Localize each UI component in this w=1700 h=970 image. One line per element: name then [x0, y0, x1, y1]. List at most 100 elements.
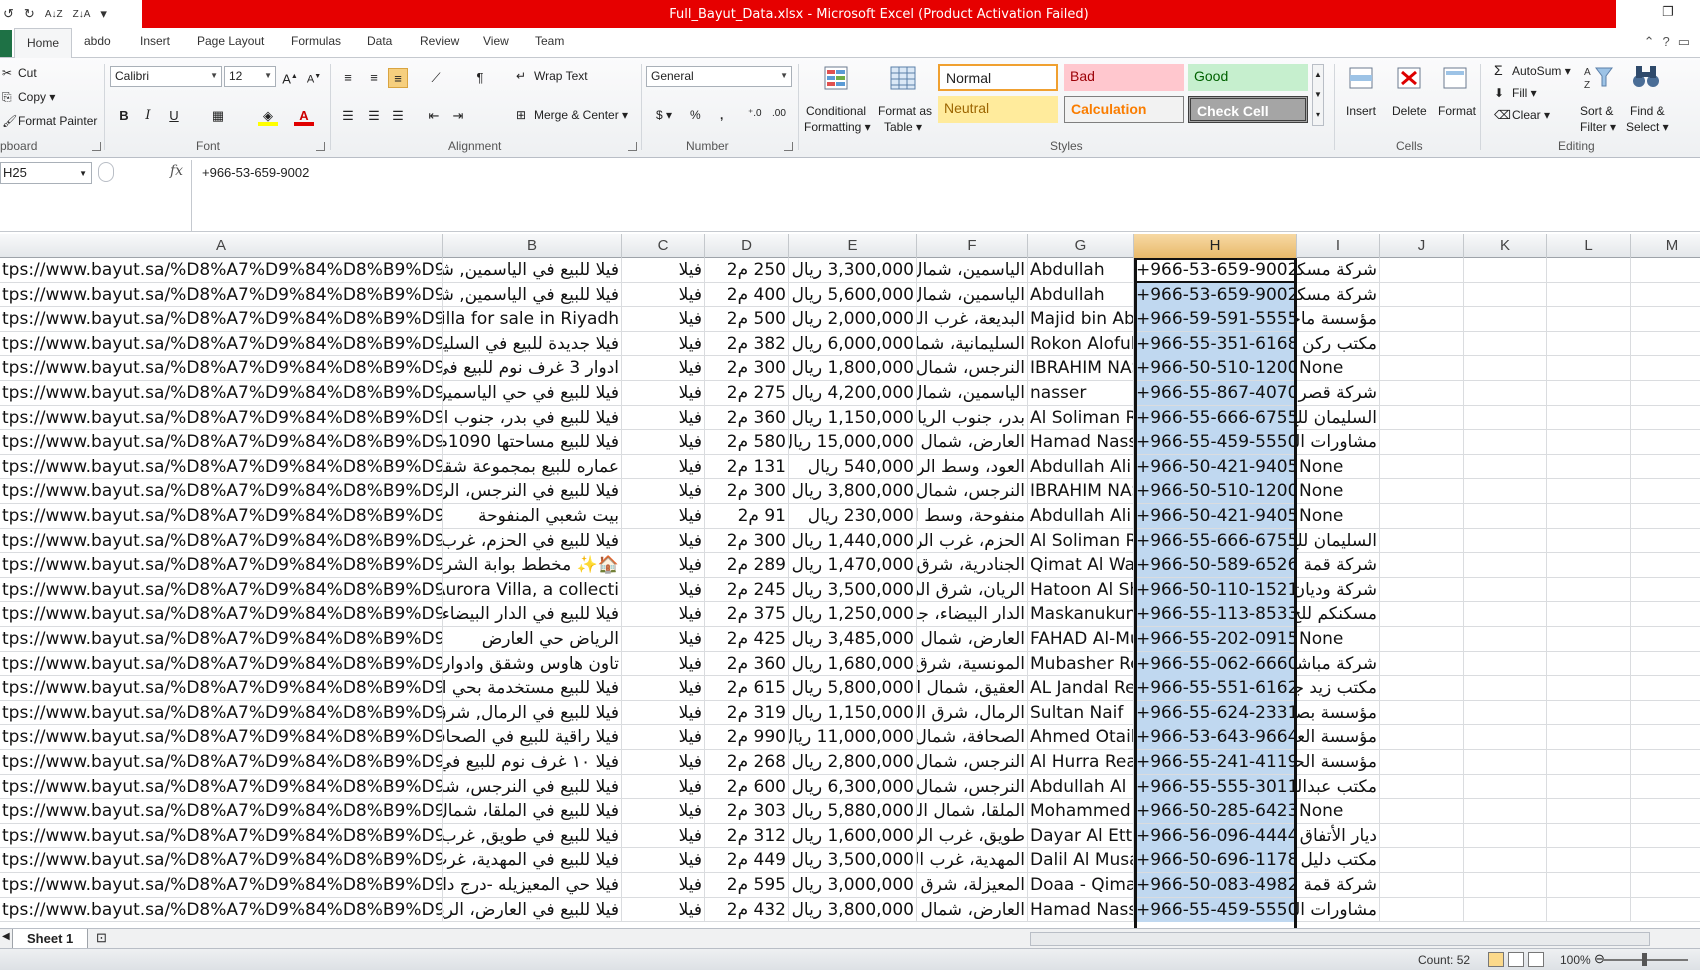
increase-decimal-icon[interactable]: ⁺.0	[748, 108, 762, 119]
cell-empty-m[interactable]	[1631, 529, 1700, 553]
cell-empty-j[interactable]	[1380, 897, 1464, 922]
cell-location[interactable]: المونسية، شرق ال	[917, 651, 1028, 676]
cell-empty-m[interactable]	[1631, 356, 1700, 380]
column-header-c[interactable]: C	[622, 234, 705, 258]
align-bottom-icon[interactable]: ≡	[388, 68, 408, 88]
cell-title[interactable]: فيلا حي المعيزيله -درج داخل	[443, 873, 622, 897]
cell-area[interactable]: 250 م2	[705, 258, 789, 282]
cell-area[interactable]: 275 م2	[705, 381, 789, 405]
cell-empty-l[interactable]	[1547, 725, 1631, 750]
cell-agent[interactable]: IBRAHIM NAS	[1028, 479, 1134, 504]
format-as-table-button-line2[interactable]: Table ▾	[884, 120, 922, 134]
restore-workbook-icon[interactable]: ▭	[1678, 34, 1690, 50]
cell-price[interactable]: 540,000 ريال	[789, 454, 917, 479]
format-as-table-button[interactable]: Format as	[878, 104, 932, 118]
format-cells-icon[interactable]	[1440, 64, 1472, 94]
normal-view-icon[interactable]	[1488, 952, 1504, 967]
cell-type[interactable]: فيلا	[622, 307, 705, 332]
wrap-text-button[interactable]: Wrap Text	[534, 69, 588, 83]
cell-type[interactable]: فيلا	[622, 553, 705, 578]
cell-agency[interactable]: None	[1297, 799, 1380, 824]
cell-title[interactable]: فيلا للبيع في الحزم، غرب الر	[443, 528, 622, 553]
cell-area[interactable]: 400 م2	[705, 282, 789, 307]
cell-empty-l[interactable]	[1547, 848, 1631, 873]
underline-button[interactable]: U	[164, 106, 184, 126]
cell-location[interactable]: العود، وسط الريا	[917, 454, 1028, 479]
cell-empty-k[interactable]	[1464, 430, 1547, 455]
cell-empty-m[interactable]	[1631, 824, 1700, 848]
cell-area[interactable]: 990 م2	[705, 725, 789, 750]
cell-empty-m[interactable]	[1631, 307, 1700, 331]
column-header-i[interactable]: I	[1297, 234, 1380, 258]
cell-location[interactable]: النرجس، شمال ال	[917, 479, 1028, 504]
cell-url[interactable]: tps://www.bayut.sa/%D8%A7%D9%84%D8%B9%D9…	[0, 430, 443, 455]
cell-phone[interactable]: +966-55-666-6755	[1134, 528, 1297, 553]
cell-agency[interactable]: ديار الأتفاق	[1297, 823, 1380, 848]
style-calculation[interactable]: Calculation	[1064, 96, 1184, 123]
cell-area[interactable]: 375 م2	[705, 602, 789, 627]
cell-url[interactable]: tps://www.bayut.sa/%D8%A7%D9%84%D8%B9%D9…	[0, 258, 443, 282]
cell-price[interactable]: 15,000,000 ريال	[789, 430, 917, 455]
cell-title[interactable]: فيلا للبيع في بدر، جنوب الر	[443, 405, 622, 430]
cell-empty-k[interactable]	[1464, 356, 1547, 381]
cell-type[interactable]: فيلا	[622, 627, 705, 651]
cell-agency[interactable]: مشاورات الع	[1297, 430, 1380, 455]
cell-location[interactable]: بدر، جنوب الرياض	[917, 405, 1028, 430]
cell-url[interactable]: tps://www.bayut.sa/%D8%A7%D9%84%D8%B9%D9…	[0, 307, 443, 332]
cell-title[interactable]: عماره للبيع بمجموعة شقق	[443, 454, 622, 479]
cell-title[interactable]: Villa for sale in Riyadh	[443, 307, 622, 332]
cell-phone[interactable]: +966-55-351-6168	[1134, 331, 1297, 356]
cell-url[interactable]: tps://www.bayut.sa/%D8%A7%D9%84%D8%B9%D9…	[0, 651, 443, 676]
clear-icon[interactable]: ⌫	[1494, 108, 1511, 122]
cell-type[interactable]: فيلا	[622, 602, 705, 627]
cell-area[interactable]: 432 م2	[705, 897, 789, 922]
cell-agent[interactable]: FAHAD Al-Mu	[1028, 627, 1134, 651]
help-icon[interactable]: ?	[1662, 34, 1669, 50]
font-color-icon[interactable]: A	[294, 106, 314, 126]
cell-empty-j[interactable]	[1380, 873, 1464, 897]
cell-agency[interactable]: None	[1297, 479, 1380, 504]
cell-empty-l[interactable]	[1547, 577, 1631, 602]
cell-price[interactable]: 3,800,000 ريال	[789, 479, 917, 504]
cell-type[interactable]: فيلا	[622, 258, 705, 282]
orientation-icon[interactable]: ⟋	[426, 68, 446, 88]
delete-cells-icon[interactable]	[1394, 64, 1426, 94]
merge-center-button[interactable]: Merge & Center ▾	[534, 108, 628, 122]
cell-agency[interactable]: شركة مسكن	[1297, 282, 1380, 307]
cell-empty-k[interactable]	[1464, 504, 1547, 528]
cell-type[interactable]: فيلا	[622, 823, 705, 848]
cell-price[interactable]: 1,680,000 ريال	[789, 651, 917, 676]
cell-title[interactable]: فيلا للبيع في الياسمين, شمال	[443, 258, 622, 282]
cell-empty-k[interactable]	[1464, 331, 1547, 356]
cell-type[interactable]: فيلا	[622, 750, 705, 774]
cell-type[interactable]: فيلا	[622, 873, 705, 897]
cell-agent[interactable]: Mohammed	[1028, 799, 1134, 824]
cell-agent[interactable]: Abdullah	[1028, 282, 1134, 307]
cell-empty-j[interactable]	[1380, 307, 1464, 332]
cell-type[interactable]: فيلا	[622, 848, 705, 873]
styles-gallery-scroll[interactable]: ▲ ▼ ▾	[1312, 64, 1324, 126]
cell-price[interactable]: 3,485,000 ريال	[789, 627, 917, 651]
cell-area[interactable]: 268 م2	[705, 750, 789, 774]
cell-empty-j[interactable]	[1380, 553, 1464, 578]
cell-title[interactable]: الرياض حي العارض	[443, 627, 622, 651]
cell-agent[interactable]: Hamad Nasse	[1028, 897, 1134, 922]
cell-empty-l[interactable]	[1547, 774, 1631, 799]
delete-button[interactable]: Delete	[1392, 104, 1427, 118]
cell-empty-j[interactable]	[1380, 258, 1464, 282]
cell-title[interactable]: فيلا للبيع مساحتها 1090م	[443, 430, 622, 455]
cell-empty-m[interactable]	[1631, 898, 1700, 922]
cell-price[interactable]: 1,440,000 ريال	[789, 528, 917, 553]
cell-title[interactable]: فيلا للبيع في الدار البيضاء،	[443, 602, 622, 627]
cell-url[interactable]: tps://www.bayut.sa/%D8%A7%D9%84%D8%B9%D9…	[0, 848, 443, 873]
cell-agency[interactable]: مؤسسة ماجد	[1297, 307, 1380, 332]
cell-location[interactable]: الرمال، شرق الريا	[917, 700, 1028, 725]
cell-empty-k[interactable]	[1464, 774, 1547, 799]
column-header-h[interactable]: H	[1134, 234, 1297, 258]
cell-price[interactable]: 1,800,000 ريال	[789, 356, 917, 381]
cell-phone[interactable]: +966-55-666-6755	[1134, 405, 1297, 430]
cell-agent[interactable]: Abdullah Al	[1028, 774, 1134, 799]
cell-empty-l[interactable]	[1547, 405, 1631, 430]
cell-phone[interactable]: +966-53-659-9002	[1134, 258, 1297, 282]
cell-empty-j[interactable]	[1380, 676, 1464, 701]
